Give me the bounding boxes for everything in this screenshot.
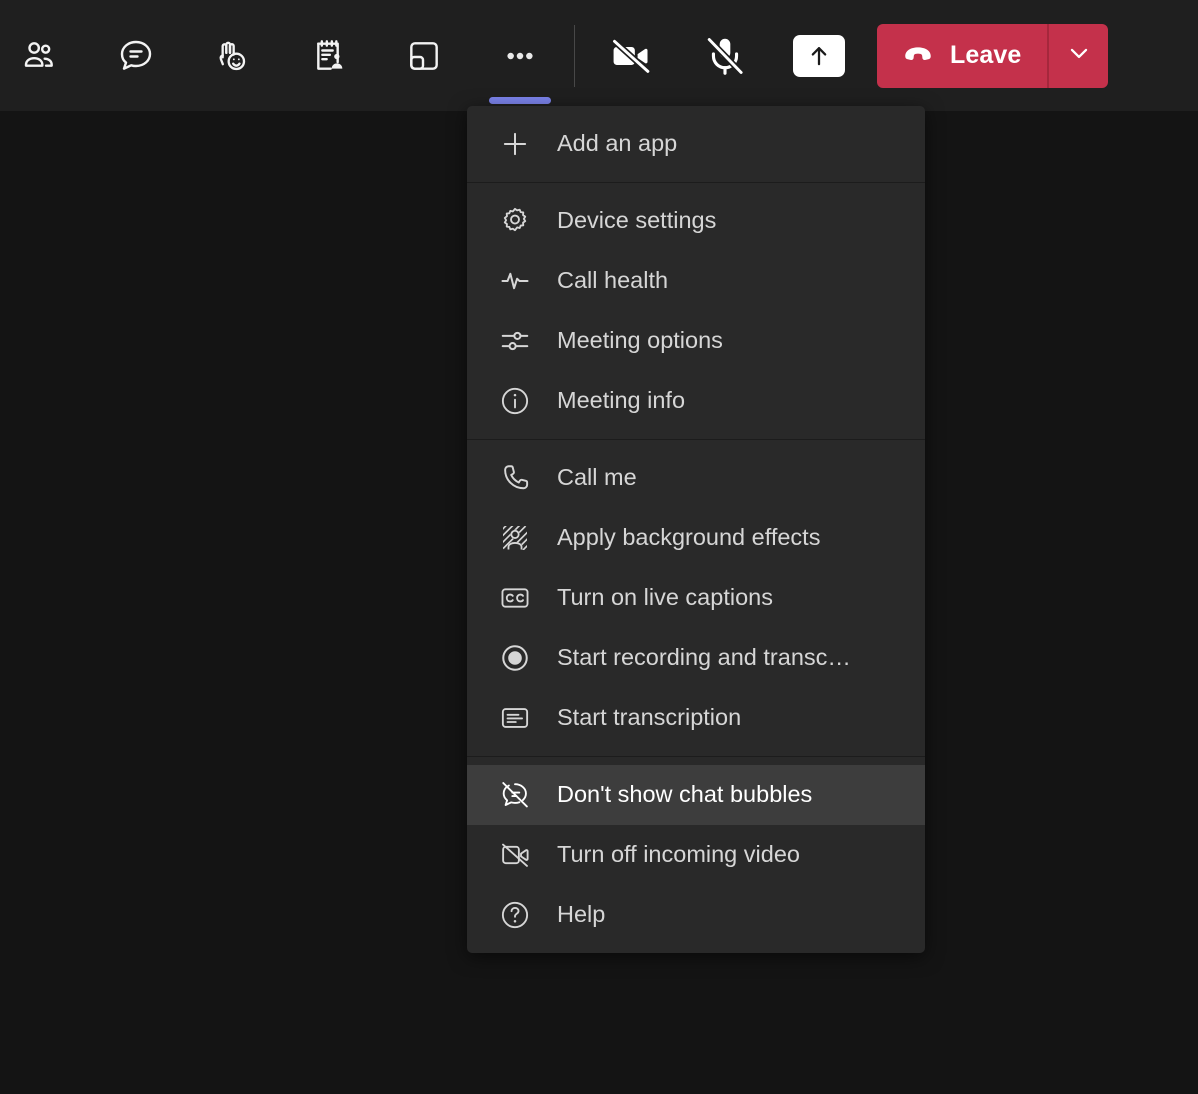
menu-group-view: Don't show chat bubbles Turn off incomin… [467,757,925,953]
menu-group-apps: Add an app [467,106,925,182]
people-icon [20,36,60,76]
video-off-icon [499,839,537,871]
share-content-button[interactable] [785,22,853,90]
menu-item-label: Turn off incoming video [557,841,800,868]
menu-item-label: Device settings [557,207,717,234]
reactions-icon [212,36,252,76]
chat-bubble-off-icon [499,779,537,811]
people-button[interactable] [6,22,74,90]
menu-item-call-me[interactable]: Call me [467,448,925,508]
menu-group-media: Call me Apply background effects Turn on… [467,440,925,756]
menu-item-label: Call me [557,464,637,491]
menu-item-apply-background-effects[interactable]: Apply background effects [467,508,925,568]
more-actions-button[interactable] [486,22,554,104]
more-actions-menu: Add an app Device settings Call health M… [467,106,925,953]
hangup-icon [901,36,935,75]
chevron-down-icon [1066,40,1092,71]
toolbar-divider [574,24,575,87]
reactions-button[interactable] [198,22,266,90]
menu-item-help[interactable]: Help [467,885,925,945]
menu-item-device-settings[interactable]: Device settings [467,191,925,251]
menu-item-label: Don't show chat bubbles [557,781,813,808]
gear-icon [499,205,537,237]
menu-item-label: Start recording and transc… [557,644,851,671]
menu-item-label: Call health [557,267,669,294]
menu-group-settings: Device settings Call health Meeting opti… [467,183,925,439]
background-effects-icon [499,522,537,554]
closed-captions-icon [499,582,537,614]
pulse-icon [499,265,537,297]
help-circle-icon [499,899,537,931]
toolbar-left-group: Leave [0,22,1109,104]
menu-item-label: Add an app [557,130,678,157]
menu-item-meeting-options[interactable]: Meeting options [467,311,925,371]
plus-icon [499,128,537,160]
menu-item-add-an-app[interactable]: Add an app [467,114,925,174]
leave-button[interactable]: Leave [877,23,1048,88]
active-tab-indicator [489,96,551,104]
chat-icon [116,36,156,76]
notes-icon [308,36,348,76]
mic-toggle-button[interactable] [691,22,759,90]
menu-item-label: Turn on live captions [557,584,773,611]
meeting-screen: Leave Add an app Device settings Call he… [0,0,1198,1094]
menu-item-label: Meeting options [557,327,723,354]
rooms-button[interactable] [390,22,458,90]
leave-button-group: Leave [877,23,1109,88]
phone-icon [499,462,537,494]
menu-item-call-health[interactable]: Call health [467,251,925,311]
info-circle-icon [499,385,537,417]
chat-button[interactable] [102,22,170,90]
camera-toggle-button[interactable] [597,22,665,90]
sliders-icon [499,325,537,357]
menu-item-label: Apply background effects [557,524,821,551]
menu-item-label: Meeting info [557,387,686,414]
rooms-icon [404,36,444,76]
share-screen-icon [793,34,845,77]
transcription-icon [499,702,537,734]
menu-item-label: Help [557,901,606,928]
menu-item-meeting-info[interactable]: Meeting info [467,371,925,431]
menu-item-label: Start transcription [557,704,742,731]
menu-item-turn-on-live-captions[interactable]: Turn on live captions [467,568,925,628]
menu-item-start-recording[interactable]: Start recording and transc… [467,628,925,688]
notes-button[interactable] [294,22,362,90]
more-icon [500,36,540,76]
menu-item-start-transcription[interactable]: Start transcription [467,688,925,748]
record-icon [499,642,537,674]
camera-off-icon [609,34,653,78]
mic-off-icon [703,34,747,78]
meeting-toolbar: Leave [0,0,1198,111]
menu-item-dont-show-chat-bubbles[interactable]: Don't show chat bubbles [467,765,925,825]
menu-item-turn-off-incoming-video[interactable]: Turn off incoming video [467,825,925,885]
leave-options-button[interactable] [1049,23,1109,88]
leave-label: Leave [950,41,1022,69]
